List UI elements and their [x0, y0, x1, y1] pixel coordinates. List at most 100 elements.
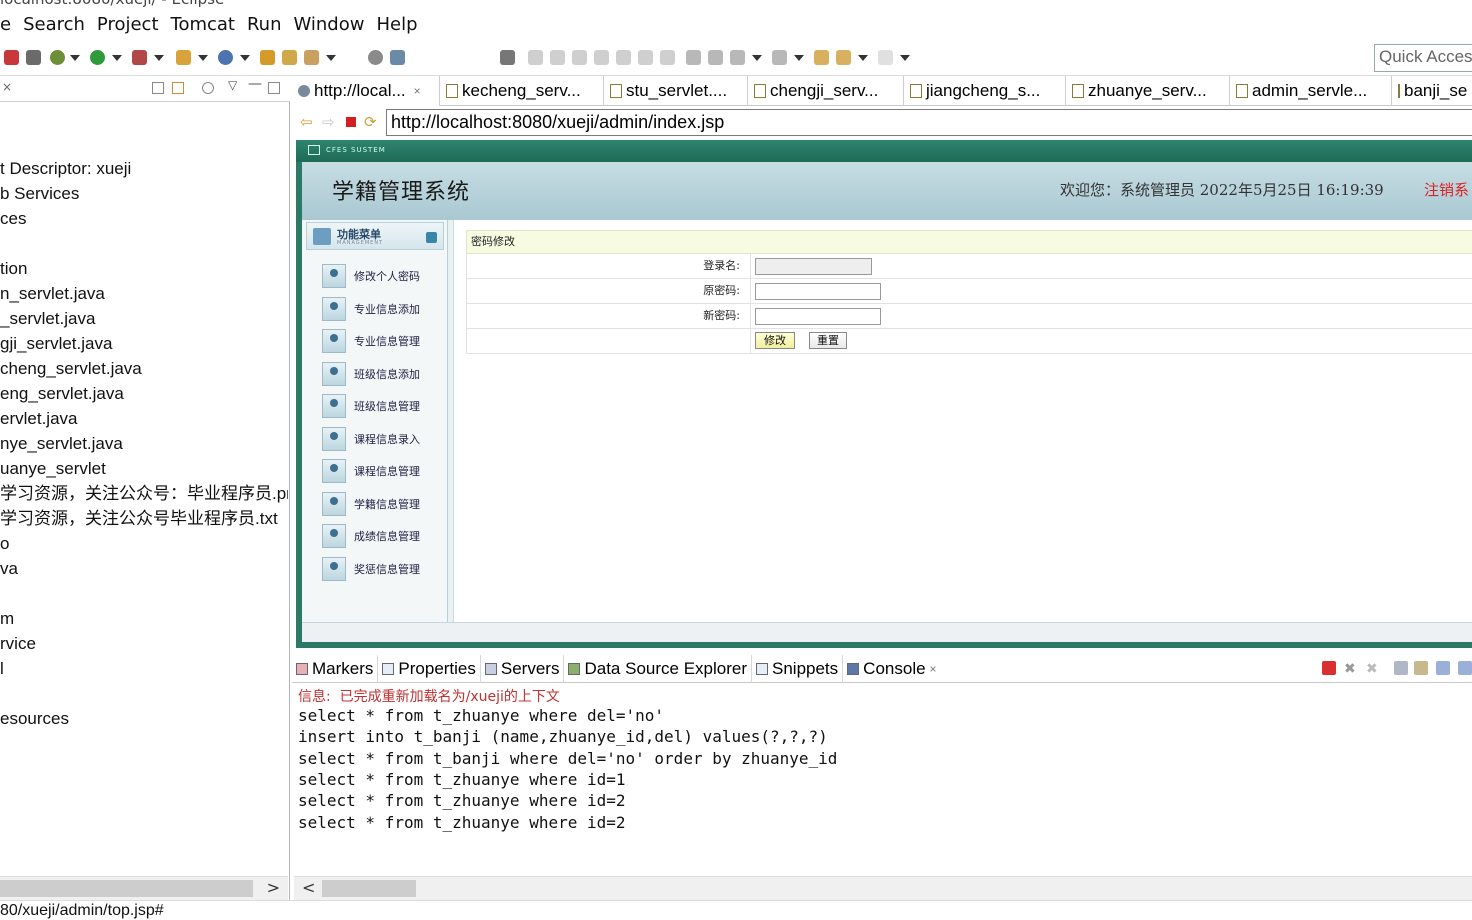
tree-item[interactable]: m [0, 606, 288, 631]
tree-item[interactable]: cheng_servlet.java [0, 356, 288, 381]
tab-jiangcheng[interactable]: jiangcheng_s... [904, 76, 1066, 106]
step-into-icon[interactable] [616, 50, 631, 65]
chevron-down-icon[interactable] [858, 55, 868, 61]
stop-icon[interactable] [346, 117, 356, 127]
link-editor-icon[interactable] [172, 82, 184, 94]
chevron-down-icon[interactable] [900, 55, 910, 61]
tree-item[interactable]: o [0, 531, 288, 556]
login-input[interactable] [755, 258, 872, 275]
chevron-down-icon[interactable] [240, 55, 250, 61]
pin-console-icon[interactable] [1436, 661, 1450, 675]
view-menu-icon[interactable]: ▽ [228, 78, 237, 92]
debug-icon[interactable] [50, 50, 65, 65]
forward-icon[interactable] [878, 50, 893, 65]
new-password-input[interactable] [755, 308, 881, 325]
last-edit-icon[interactable] [814, 50, 829, 65]
tab-markers[interactable]: Markers [292, 655, 379, 683]
globe-icon[interactable] [368, 50, 383, 65]
menu-project[interactable]: Project [91, 14, 165, 35]
toggle-mark-icon[interactable] [686, 50, 701, 65]
chevron-down-icon[interactable] [326, 55, 336, 61]
menu-item-grade-manage[interactable]: 成绩信息管理 [322, 524, 442, 548]
chevron-down-icon[interactable] [752, 55, 762, 61]
clear-console-icon[interactable] [1394, 661, 1408, 675]
tab-browser[interactable]: http://local... × [292, 76, 440, 106]
menu-item-course-entry[interactable]: 课程信息录入 [322, 427, 442, 451]
menu-item-class-manage[interactable]: 班级信息管理 [322, 394, 442, 418]
logout-link[interactable]: 注销系 [1424, 179, 1469, 200]
tree-item[interactable]: t Descriptor: xueji [0, 156, 288, 181]
new-wizard-icon[interactable] [218, 50, 233, 65]
tree-item[interactable]: l [0, 656, 288, 681]
tree-item[interactable]: 学习资源，关注公众号毕业程序员.txt [0, 506, 288, 531]
menu-item-major-manage[interactable]: 专业信息管理 [322, 329, 442, 353]
menu-item-class-add[interactable]: 班级信息添加 [322, 362, 442, 386]
forward-icon[interactable]: ⇨ [322, 113, 335, 131]
maximize-icon[interactable] [268, 82, 280, 94]
frame-splitter[interactable] [448, 220, 454, 622]
menu-tomcat[interactable]: Tomcat [165, 14, 241, 35]
tree-item[interactable]: _servlet.java [0, 306, 288, 331]
tab-console[interactable]: Console × [843, 655, 940, 683]
tree-item[interactable] [0, 681, 288, 706]
minimize-icon[interactable]: — [248, 76, 262, 92]
chevron-down-icon[interactable] [794, 55, 804, 61]
refresh-icon[interactable]: ⟳ [364, 113, 377, 131]
external-tools-icon[interactable] [132, 50, 147, 65]
tree-item[interactable] [0, 231, 288, 256]
tab-banji[interactable]: banji_se [1392, 76, 1472, 106]
tree-item[interactable]: va [0, 556, 288, 581]
tab-stu[interactable]: stu_servlet.... [604, 76, 748, 106]
scrollbar-thumb[interactable] [0, 880, 253, 897]
close-icon[interactable]: × [414, 76, 421, 106]
tree-item[interactable]: gji_servlet.java [0, 331, 288, 356]
pin-icon[interactable] [500, 50, 515, 65]
menu-help[interactable]: Help [370, 14, 423, 35]
remove-all-icon[interactable]: ✖ [1366, 661, 1380, 677]
menu-item-course-manage[interactable]: 课程信息管理 [322, 459, 442, 483]
tab-chengji[interactable]: chengji_serv... [748, 76, 904, 106]
resume-icon[interactable] [528, 50, 543, 65]
tab-data-source-explorer[interactable]: Data Source Explorer [564, 655, 752, 683]
new-server-icon[interactable] [176, 50, 191, 65]
scrollbar-thumb[interactable] [322, 880, 416, 897]
disconnect-icon[interactable] [594, 50, 609, 65]
prev-annotation-icon[interactable] [772, 50, 787, 65]
menu-item-reward-manage[interactable]: 奖惩信息管理 [322, 557, 442, 581]
collapse-all-icon[interactable] [152, 82, 164, 94]
menu-item-major-add[interactable]: 专业信息添加 [322, 297, 442, 321]
chevron-down-icon[interactable] [154, 55, 164, 61]
server-icon[interactable] [4, 50, 19, 65]
scroll-left-icon[interactable]: < [302, 878, 315, 897]
display-console-icon[interactable] [1458, 661, 1472, 675]
toggle-breadcrumb-icon[interactable] [708, 50, 723, 65]
terminate-icon[interactable] [572, 50, 587, 65]
scroll-right-icon[interactable]: > [267, 878, 280, 897]
terminate-icon[interactable] [1322, 661, 1336, 675]
next-annotation-icon[interactable] [730, 50, 745, 65]
horizontal-scrollbar[interactable]: > [0, 876, 288, 900]
menu-item-change-password[interactable]: 修改个人密码 [322, 264, 442, 288]
back-icon[interactable]: ⇦ [300, 113, 313, 131]
tree-item[interactable]: ces [0, 206, 288, 231]
step-return-icon[interactable] [660, 50, 675, 65]
collapse-icon[interactable] [426, 232, 437, 243]
scroll-lock-icon[interactable] [1414, 661, 1428, 675]
remove-launch-icon[interactable]: ✖ [1344, 661, 1358, 677]
tree-item[interactable]: tion [0, 256, 288, 281]
tree-item[interactable]: b Services [0, 181, 288, 206]
tree-item[interactable]: nye_servlet.java [0, 431, 288, 456]
step-over-icon[interactable] [638, 50, 653, 65]
tree-item[interactable]: eng_servlet.java [0, 381, 288, 406]
chevron-down-icon[interactable] [198, 55, 208, 61]
filter-icon[interactable] [202, 82, 214, 94]
tab-servers[interactable]: Servers [481, 655, 565, 683]
tab-properties[interactable]: Properties [378, 655, 481, 683]
tab-snippets[interactable]: Snippets [752, 655, 844, 683]
quick-access-field[interactable]: Quick Access [1374, 44, 1472, 72]
menu-window[interactable]: Window [288, 14, 371, 35]
close-icon[interactable]: × [930, 655, 937, 683]
open-type-icon[interactable] [260, 50, 275, 65]
tree-item[interactable]: esources [0, 706, 288, 731]
menu-item-status-manage[interactable]: 学籍信息管理 [322, 492, 442, 516]
